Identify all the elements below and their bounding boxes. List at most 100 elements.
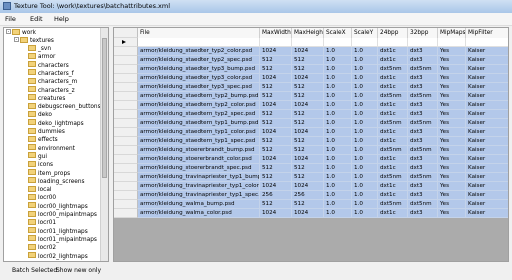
- grid-cell[interactable]: dxt5nm: [378, 119, 408, 128]
- grid-cell[interactable]: 512: [260, 119, 292, 128]
- grid-cell[interactable]: dxt1c: [378, 209, 408, 218]
- grid-cell[interactable]: Yes: [438, 191, 466, 200]
- grid-cell[interactable]: [324, 38, 352, 47]
- grid-cell[interactable]: Yes: [438, 110, 466, 119]
- grid-cell[interactable]: 512: [260, 137, 292, 146]
- grid-cell[interactable]: 1.0: [324, 209, 352, 218]
- tree-item-folder[interactable]: loading_screens: [28, 177, 85, 186]
- grid-cell[interactable]: Kaiser: [466, 200, 508, 209]
- grid-cell[interactable]: 1024: [260, 47, 292, 56]
- grid-cell[interactable]: armor/kleidung_stoererbrandt_color.psd: [138, 155, 260, 164]
- table-row[interactable]: armor/kleidung_stoererbrandt_color.psd 10…: [114, 155, 508, 164]
- grid-cell[interactable]: dxt3: [408, 128, 438, 137]
- grid-cell[interactable]: 1024: [292, 209, 324, 218]
- grid-cell[interactable]: 512: [292, 137, 324, 146]
- grid-cell[interactable]: 512: [292, 110, 324, 119]
- tree-item-folder[interactable]: deko: [28, 110, 52, 119]
- grid-cell[interactable]: 1.0: [324, 200, 352, 209]
- tree-item-folder[interactable]: debugscreen_buttons: [28, 102, 101, 111]
- grid-cell[interactable]: 1024: [292, 155, 324, 164]
- grid-cell[interactable]: Yes: [438, 200, 466, 209]
- grid-cell[interactable]: 1.0: [324, 65, 352, 74]
- grid-cell[interactable]: 512: [292, 119, 324, 128]
- grid-cell[interactable]: dxt3: [408, 164, 438, 173]
- grid-cell[interactable]: armor/kleidung_staedtern_typ2_spec.psd: [138, 110, 260, 119]
- grid-cell[interactable]: armor/kleidung_walma_color.psd: [138, 209, 260, 218]
- column-header[interactable]: File: [138, 28, 260, 38]
- grid-cell[interactable]: 1.0: [352, 182, 378, 191]
- table-row[interactable]: armor/kleidung_staedter_typ3_bump.psd 512…: [114, 65, 508, 74]
- grid-cell[interactable]: armor/kleidung_staedter_typ3_spec.psd: [138, 83, 260, 92]
- grid-cell[interactable]: 512: [260, 164, 292, 173]
- tree-item-folder[interactable]: locr00: [28, 193, 56, 202]
- collapse-icon[interactable]: -: [6, 29, 11, 34]
- grid-cell[interactable]: Kaiser: [466, 164, 508, 173]
- tree-item-folder[interactable]: locr02_lightmaps: [28, 252, 88, 261]
- table-row[interactable]: armor/kleidung_staedtern_typ1_spec.psd 51…: [114, 137, 508, 146]
- table-row[interactable]: armor/kleidung_staedtern_typ2_bump.psd 51…: [114, 92, 508, 101]
- tree-item-folder[interactable]: locr02: [28, 243, 56, 252]
- grid-cell[interactable]: Yes: [438, 164, 466, 173]
- grid-cell[interactable]: dxt1c: [378, 191, 408, 200]
- grid-cell[interactable]: armor/kleidung_travinapriester_typ1_colo…: [138, 182, 260, 191]
- grid-cell[interactable]: dxt3: [408, 182, 438, 191]
- grid-cell[interactable]: 512: [260, 83, 292, 92]
- grid-cell[interactable]: dxt5nm: [408, 65, 438, 74]
- grid-cell[interactable]: [292, 38, 324, 47]
- grid-cell[interactable]: [352, 38, 378, 47]
- grid-cell[interactable]: 1.0: [324, 155, 352, 164]
- row-header[interactable]: [114, 200, 138, 209]
- grid-cell[interactable]: 1.0: [324, 137, 352, 146]
- grid-cell[interactable]: dxt1c: [378, 128, 408, 137]
- row-header[interactable]: [114, 164, 138, 173]
- grid-cell[interactable]: Kaiser: [466, 155, 508, 164]
- grid-cell[interactable]: 1.0: [352, 65, 378, 74]
- grid-cell[interactable]: 1024: [292, 182, 324, 191]
- grid-cell[interactable]: [438, 38, 466, 47]
- table-row[interactable]: armor/kleidung_staedtern_typ1_bump.psd 51…: [114, 119, 508, 128]
- grid-cell[interactable]: 1.0: [324, 191, 352, 200]
- grid-cell[interactable]: Kaiser: [466, 101, 508, 110]
- grid-cell[interactable]: 1.0: [352, 119, 378, 128]
- grid-cell[interactable]: 1.0: [352, 47, 378, 56]
- grid-cell[interactable]: Kaiser: [466, 128, 508, 137]
- row-header[interactable]: [114, 47, 138, 56]
- tree-item-folder[interactable]: characters: [28, 61, 69, 70]
- table-row[interactable]: armor/kleidung_staedtern_typ2_spec.psd 51…: [114, 110, 508, 119]
- collapse-icon[interactable]: -: [14, 37, 19, 42]
- tree-item-folder[interactable]: environment: [28, 144, 75, 153]
- row-header[interactable]: [114, 155, 138, 164]
- grid-cell[interactable]: 512: [260, 92, 292, 101]
- row-header[interactable]: [114, 92, 138, 101]
- grid-cell[interactable]: 1.0: [352, 74, 378, 83]
- grid-cell[interactable]: 1024: [292, 47, 324, 56]
- grid-cell[interactable]: dxt1c: [378, 74, 408, 83]
- grid-cell[interactable]: 512: [292, 92, 324, 101]
- grid-cell[interactable]: 1.0: [324, 47, 352, 56]
- grid-cell[interactable]: dxt5nm: [378, 200, 408, 209]
- tree-item-folder[interactable]: item_props: [28, 169, 70, 178]
- grid-cell[interactable]: dxt3: [408, 155, 438, 164]
- grid-cell[interactable]: 512: [292, 164, 324, 173]
- grid-cell[interactable]: 512: [292, 173, 324, 182]
- grid-cell[interactable]: dxt1c: [378, 56, 408, 65]
- grid-cell[interactable]: 1024: [260, 74, 292, 83]
- menu-edit[interactable]: Edit: [30, 15, 43, 23]
- row-header[interactable]: [114, 173, 138, 182]
- row-header[interactable]: [114, 56, 138, 65]
- grid-cell[interactable]: dxt1c: [378, 137, 408, 146]
- tree-item-folder[interactable]: locr01_mipaintmaps: [28, 235, 97, 244]
- table-row[interactable]: armor/kleidung_staedter_typ2_spec.psd 512…: [114, 56, 508, 65]
- grid-cell[interactable]: Yes: [438, 137, 466, 146]
- table-row[interactable]: armor/kleidung_stoererbrandt_spec.psd 512…: [114, 164, 508, 173]
- grid-cell[interactable]: Kaiser: [466, 83, 508, 92]
- column-header[interactable]: MaxHeight: [292, 28, 324, 38]
- tree-item-folder[interactable]: locr01_lightmaps: [28, 227, 88, 236]
- grid-cell[interactable]: dxt5nm: [378, 146, 408, 155]
- grid-cell[interactable]: Kaiser: [466, 56, 508, 65]
- grid-cell[interactable]: 512: [292, 146, 324, 155]
- grid-cell[interactable]: Kaiser: [466, 209, 508, 218]
- tree-item-folder[interactable]: locr01: [28, 218, 56, 227]
- grid-cell[interactable]: Kaiser: [466, 191, 508, 200]
- tree-item-folder[interactable]: gui: [28, 152, 47, 161]
